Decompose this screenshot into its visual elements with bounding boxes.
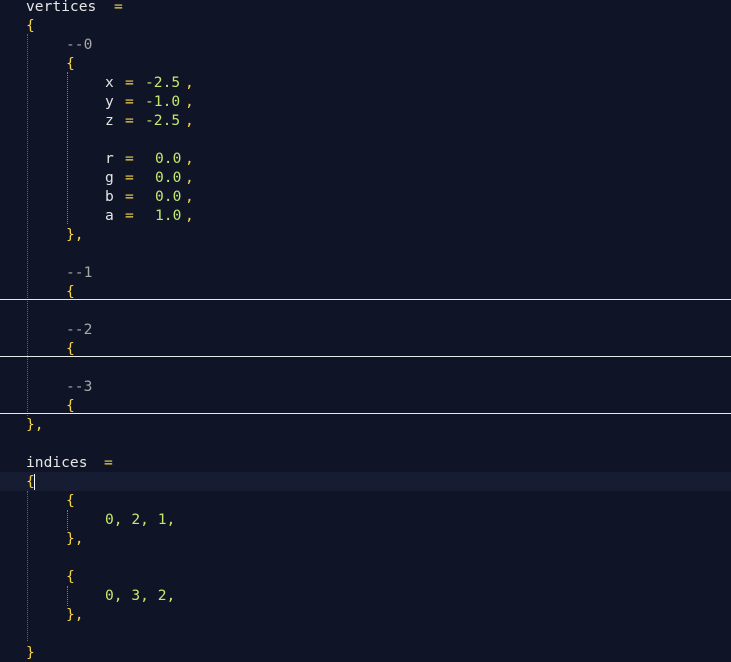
fold-marker-line[interactable]	[0, 413, 731, 414]
code-line[interactable]: --0	[0, 35, 731, 54]
operator: =	[125, 150, 134, 167]
operator: =	[114, 0, 123, 15]
field-key: y	[105, 93, 114, 110]
number: 0.0	[155, 188, 182, 205]
code-line[interactable]: --2	[0, 320, 731, 339]
field-key: r	[105, 150, 114, 167]
operator: =	[104, 454, 113, 471]
brace: },	[66, 226, 84, 243]
brace: }	[26, 644, 35, 661]
brace: {	[26, 17, 35, 34]
number: -2.5	[145, 112, 181, 129]
identifier: vertices	[26, 0, 97, 15]
code-line[interactable]: --3	[0, 377, 731, 396]
comma: ,	[185, 112, 194, 129]
code-line[interactable]: }	[0, 643, 731, 662]
comment: --0	[66, 36, 93, 53]
code-line[interactable]: indices =	[0, 453, 731, 472]
comment: --2	[66, 321, 93, 338]
brace: },	[66, 606, 84, 623]
fold-marker-line[interactable]	[0, 299, 731, 300]
code-line[interactable]: b = 0.0 ,	[0, 187, 731, 206]
comma: ,	[185, 74, 194, 91]
code-line[interactable]: {	[0, 491, 731, 510]
operator: =	[125, 93, 134, 110]
code-line[interactable]: vertices =	[0, 0, 731, 16]
code-line[interactable]: --1	[0, 263, 731, 282]
code-line[interactable]: {	[0, 54, 731, 73]
text-cursor	[34, 474, 35, 490]
code-line[interactable]: },	[0, 225, 731, 244]
brace: {	[66, 55, 75, 72]
code-line[interactable]: 0, 3, 2,	[0, 586, 731, 605]
brace: },	[26, 416, 44, 433]
code-line[interactable]: x = -2.5 ,	[0, 73, 731, 92]
code-line[interactable]: 0, 2, 1,	[0, 510, 731, 529]
number-list: 0, 3, 2,	[105, 587, 176, 604]
comma: ,	[185, 188, 194, 205]
number-list: 0, 2, 1,	[105, 511, 176, 528]
code-line[interactable]: {	[0, 16, 731, 35]
number: 0.0	[155, 169, 182, 186]
code-line[interactable]: {	[0, 567, 731, 586]
code-line[interactable]: },	[0, 415, 731, 434]
comma: ,	[185, 150, 194, 167]
number: -2.5	[145, 74, 181, 91]
brace: {	[66, 568, 75, 585]
comma: ,	[185, 207, 194, 224]
current-line[interactable]: {	[0, 472, 731, 491]
comment: --3	[66, 378, 93, 395]
brace: {	[66, 492, 75, 509]
field-key: z	[105, 112, 114, 129]
operator: =	[125, 112, 134, 129]
comment: --1	[66, 264, 93, 281]
identifier: indices	[26, 454, 88, 471]
fold-marker-line[interactable]	[0, 356, 731, 357]
operator: =	[125, 169, 134, 186]
comma: ,	[185, 93, 194, 110]
field-key: b	[105, 188, 114, 205]
comma: ,	[185, 169, 194, 186]
operator: =	[125, 74, 134, 91]
number: 1.0	[155, 207, 182, 224]
code-line[interactable]: },	[0, 529, 731, 548]
number: 0.0	[155, 150, 182, 167]
field-key: x	[105, 74, 114, 91]
code-line[interactable]: g = 0.0 ,	[0, 168, 731, 187]
field-key: a	[105, 207, 114, 224]
code-line[interactable]: a = 1.0 ,	[0, 206, 731, 225]
code-line[interactable]: r = 0.0 ,	[0, 149, 731, 168]
code-editor[interactable]: vertices = { --0 { x = -2.5 , y = -1.0 ,…	[0, 0, 731, 662]
number: -1.0	[145, 93, 181, 110]
code-line[interactable]: z = -2.5 ,	[0, 111, 731, 130]
code-line[interactable]: y = -1.0 ,	[0, 92, 731, 111]
field-key: g	[105, 169, 114, 186]
code-line[interactable]: },	[0, 605, 731, 624]
operator: =	[125, 188, 134, 205]
brace: },	[66, 530, 84, 547]
operator: =	[125, 207, 134, 224]
